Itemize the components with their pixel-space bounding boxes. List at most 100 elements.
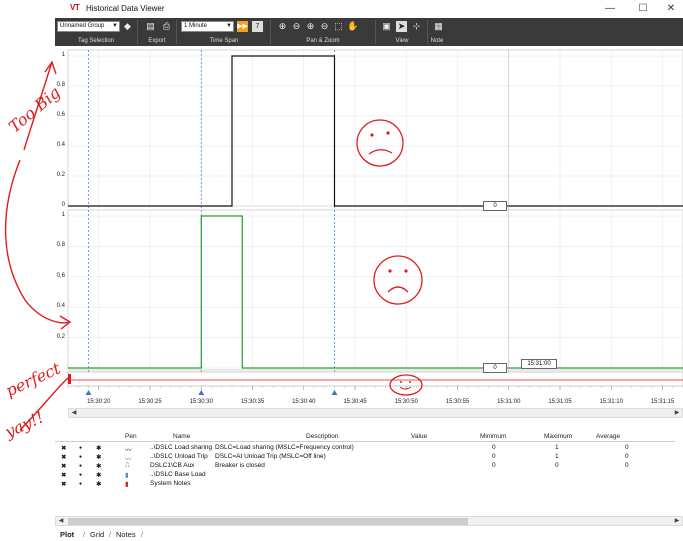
- legend-scrollbar[interactable]: ◀ ▶: [55, 516, 683, 526]
- pen-description: Breaker is closed: [215, 462, 265, 469]
- time-span-value: 1 Minute: [184, 23, 208, 29]
- note-label: Note: [430, 38, 444, 44]
- pen-minimum: 0: [492, 444, 496, 451]
- pen-swatch-icon[interactable]: ▮: [125, 480, 129, 488]
- pen-minimum: 0: [492, 462, 496, 469]
- average-header[interactable]: Average: [596, 433, 620, 440]
- toolbar-separator: [375, 20, 376, 44]
- zoom-y-icon[interactable]: ⊖: [319, 21, 330, 32]
- print-icon[interactable]: ⎙: [161, 21, 172, 32]
- time-tick-label: 15:31:10: [599, 399, 623, 405]
- y-tick-label: 1: [61, 212, 65, 218]
- tag-group-select[interactable]: Unnamed Group ▼: [57, 21, 120, 32]
- pen-settings-icon[interactable]: ✱: [96, 453, 101, 461]
- trend-chart[interactable]: [55, 46, 683, 430]
- cursor-time-tooltip: 15:31:00: [521, 359, 557, 369]
- time-tick-label: 15:30:55: [445, 399, 470, 405]
- pen-name: ..\DSLC Load sharing: [150, 444, 213, 451]
- zoom-x-icon[interactable]: ⊕: [305, 21, 316, 32]
- calendar-icon[interactable]: 7: [252, 21, 263, 32]
- pen-legend-table: Pen Name Description Value Minimum Maxim…: [55, 433, 683, 526]
- pan-zoom-label: Pan & Zoom: [306, 38, 340, 44]
- view-label: View: [395, 38, 409, 44]
- time-tick-label: 15:30:40: [292, 399, 316, 405]
- visibility-icon[interactable]: ●: [79, 481, 82, 487]
- tab-separator: /: [141, 530, 144, 539]
- pen-average: 0: [625, 444, 629, 451]
- remove-pen-icon[interactable]: ✖: [61, 462, 66, 470]
- time-tick-label: 15:30:30: [189, 399, 213, 405]
- y-tick-label: 0.8: [56, 82, 65, 88]
- visibility-icon[interactable]: ●: [79, 472, 82, 478]
- name-header[interactable]: Name: [173, 433, 190, 440]
- scroll-left-icon[interactable]: ◀: [56, 517, 66, 525]
- pen-swatch-icon[interactable]: ▮: [125, 471, 129, 479]
- visibility-icon[interactable]: ●: [79, 445, 82, 451]
- remove-pen-icon[interactable]: ✖: [61, 453, 66, 461]
- cursor-icon[interactable]: ➤: [396, 21, 407, 32]
- visibility-icon[interactable]: ●: [79, 463, 82, 469]
- time-tick-label: 15:31:15: [650, 399, 675, 405]
- remove-pen-icon[interactable]: ✖: [61, 480, 66, 488]
- cursor-value-top: 0: [483, 201, 507, 211]
- time-tick-label: 15:30:45: [343, 399, 367, 405]
- plot-area[interactable]: 1 0.8 0.6 0.4 0.2 0 1 0.8 0.6 0.4 0.2 15:30:20 15:3…: [55, 46, 683, 430]
- pen-settings-icon[interactable]: ✱: [96, 471, 101, 479]
- export-file-icon[interactable]: ▤: [145, 21, 156, 32]
- maximum-header[interactable]: Maximum: [544, 433, 572, 440]
- pen-description: DSLC=At Unload Trip (MSLC=Off line): [215, 453, 326, 460]
- chevron-down-icon: ▼: [226, 23, 232, 29]
- y-tick-label: 0.2: [56, 172, 65, 178]
- layout-icon[interactable]: ▣: [381, 21, 392, 32]
- zoom-out-icon[interactable]: ⊖: [291, 21, 302, 32]
- pen-name: ..\DSLC Base Load: [150, 471, 206, 478]
- y-tick-label: 1: [61, 52, 65, 58]
- pen-name: ..\DSLC Unload Trip: [150, 453, 208, 460]
- notes-start-marker: [68, 374, 71, 384]
- event-marker-triangle: [85, 390, 92, 395]
- maximize-button[interactable]: ☐: [632, 1, 654, 17]
- time-tick-label: 15:30:25: [138, 399, 162, 405]
- scroll-left-icon[interactable]: ◀: [69, 409, 79, 417]
- y-tick-label: 0.8: [56, 242, 65, 249]
- minimize-button[interactable]: —: [599, 1, 621, 17]
- minimum-header[interactable]: Minimum: [480, 433, 506, 440]
- legend-scroll-thumb[interactable]: [68, 518, 468, 525]
- note-icon[interactable]: ▦: [433, 21, 444, 32]
- close-button[interactable]: ✕: [660, 1, 682, 17]
- scroll-right-icon[interactable]: ▶: [672, 517, 682, 525]
- toolbar-separator: [270, 20, 271, 44]
- pen-header[interactable]: Pen: [125, 433, 137, 440]
- pen-settings-icon[interactable]: ✱: [96, 462, 101, 470]
- toolbar: Unnamed Group ▼ ◆ ▤ ⎙ 1 Minute ▼ ▶▶ 7 ⊕ …: [55, 18, 683, 46]
- y-tick-label: 0.4: [56, 303, 65, 310]
- tab-plot[interactable]: Plot: [60, 530, 74, 539]
- scroll-right-icon[interactable]: ▶: [672, 409, 682, 417]
- zoom-in-icon[interactable]: ⊕: [277, 21, 288, 32]
- crosshair-icon[interactable]: ⊹: [411, 21, 422, 32]
- pen-average: 0: [625, 453, 629, 460]
- tab-grid[interactable]: Grid: [90, 530, 104, 539]
- pen-settings-icon[interactable]: ✱: [96, 444, 101, 452]
- remove-pen-icon[interactable]: ✖: [61, 444, 66, 452]
- y-tick-label: 0.4: [56, 142, 65, 148]
- tab-notes[interactable]: Notes: [116, 530, 136, 539]
- tag-icon[interactable]: ◆: [122, 21, 133, 32]
- zoom-fit-icon[interactable]: ⬚: [333, 21, 344, 32]
- visibility-icon[interactable]: ●: [79, 454, 82, 460]
- value-header[interactable]: Value: [411, 433, 427, 440]
- pen-settings-icon[interactable]: ✱: [96, 480, 101, 488]
- pen-swatch-icon[interactable]: ⎍: [125, 462, 130, 470]
- header-divider: [55, 441, 675, 442]
- plot-scrollbar[interactable]: ◀ ▶: [68, 408, 683, 418]
- pan-icon[interactable]: ✋: [347, 21, 358, 32]
- notes-strip: [67, 371, 683, 387]
- y-tick-label: 0.6: [56, 112, 65, 118]
- time-tick-label: 15:31:05: [548, 399, 572, 405]
- play-forward-icon[interactable]: ▶▶: [237, 21, 248, 32]
- time-span-select[interactable]: 1 Minute ▼: [181, 21, 234, 32]
- cursor-value-bottom: 0: [483, 363, 507, 373]
- description-header[interactable]: Description: [306, 433, 339, 440]
- remove-pen-icon[interactable]: ✖: [61, 471, 66, 479]
- pen-name: DSLC1\CB Aux: [150, 462, 195, 469]
